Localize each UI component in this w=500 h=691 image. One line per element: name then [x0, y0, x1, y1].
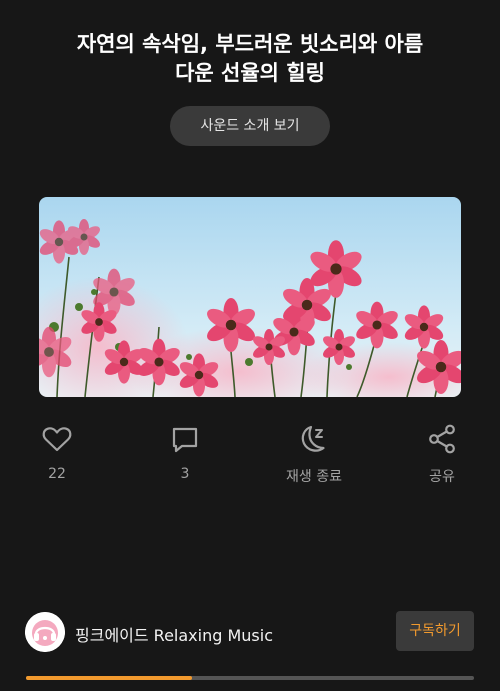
- title-line-1: 자연의 속삭임, 부드러운 빗소리와 아름: [76, 32, 424, 56]
- comment-button[interactable]: 3: [140, 422, 230, 482]
- channel-row: 핑크에이드 Relaxing Music 구독하기: [0, 610, 500, 654]
- channel-name[interactable]: 핑크에이드 Relaxing Music: [75, 622, 273, 646]
- playback-progress-fill: [26, 676, 192, 680]
- cover-image: [39, 197, 461, 397]
- like-button[interactable]: 22: [12, 422, 102, 482]
- subscribe-button[interactable]: 구독하기: [396, 611, 474, 651]
- share-button[interactable]: 공유: [397, 422, 487, 486]
- sleep-timer-label: 재생 종료: [286, 469, 342, 485]
- playback-progress-bar[interactable]: [26, 676, 474, 680]
- sleep-timer-button[interactable]: 재생 종료: [269, 422, 359, 486]
- channel-avatar[interactable]: [25, 612, 65, 652]
- sound-intro-button[interactable]: 사운드 소개 보기: [170, 106, 330, 146]
- title-line-2: 다운 선율의 힐링: [175, 61, 325, 85]
- like-count: 22: [48, 466, 66, 482]
- action-bar: 22 3 재생 종료 공유: [0, 422, 500, 492]
- share-label: 공유: [429, 469, 455, 485]
- moon-sleep-icon: [301, 425, 325, 452]
- comment-icon: [172, 427, 198, 453]
- comment-count: 3: [180, 466, 190, 482]
- heart-icon: [42, 427, 72, 452]
- page-title: 자연의 속삭임, 부드러운 빗소리와 아름 다운 선율의 힐링: [20, 30, 480, 88]
- share-icon: [429, 424, 455, 454]
